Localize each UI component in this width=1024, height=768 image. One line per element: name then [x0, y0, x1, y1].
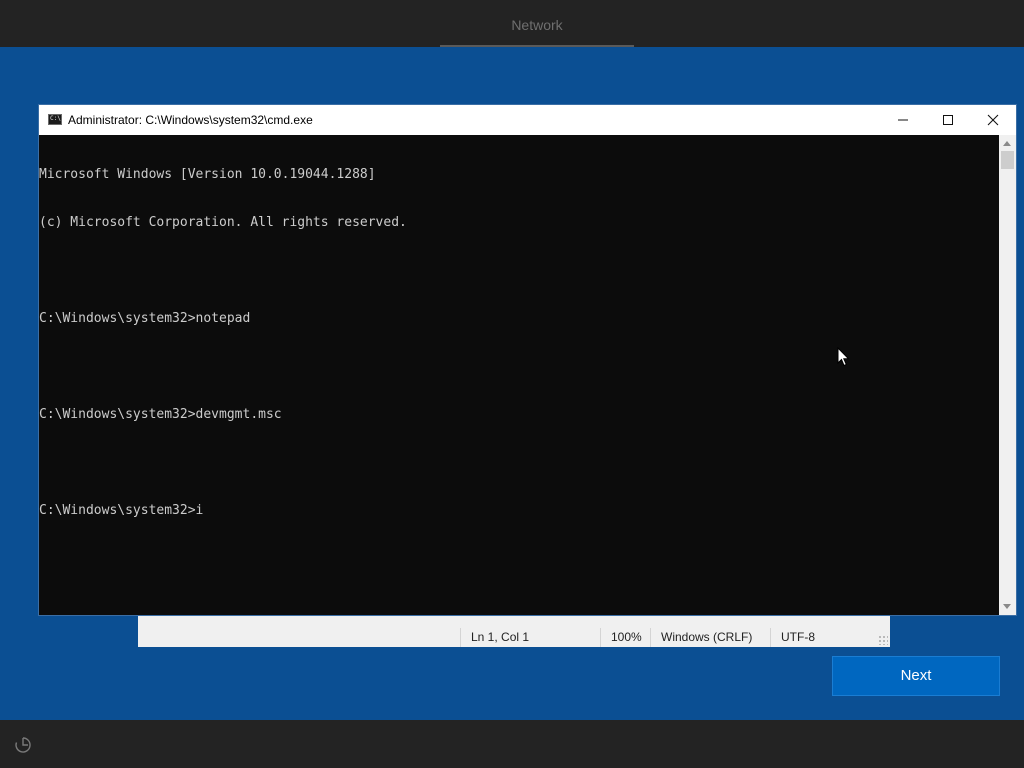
minimize-button[interactable]	[880, 105, 926, 135]
notepad-horizontal-scrollbar[interactable]	[138, 615, 890, 626]
window-title: Administrator: C:\Windows\system32\cmd.e…	[68, 113, 313, 127]
status-position: Ln 1, Col 1	[460, 628, 600, 647]
console-line: C:\Windows\system32>devmgmt.msc	[39, 407, 282, 422]
console-icon-text: C:\	[50, 115, 61, 122]
bottom-bar	[0, 720, 1024, 768]
maximize-button[interactable]	[925, 105, 971, 135]
scroll-thumb[interactable]	[1001, 151, 1014, 169]
scroll-down-icon[interactable]	[1003, 604, 1011, 609]
tab-network: Network	[511, 17, 563, 33]
oobe-screen: Network Ln 1, Col 1 100% Windows (CRLF) …	[0, 0, 1024, 768]
ease-of-access-icon[interactable]	[14, 736, 32, 754]
status-encoding: UTF-8	[770, 628, 878, 647]
close-icon	[987, 114, 999, 126]
scroll-up-icon[interactable]	[1003, 141, 1011, 146]
mouse-pointer-icon	[837, 347, 850, 367]
status-zoom: 100%	[600, 628, 650, 647]
minimize-icon	[898, 119, 908, 121]
console-output[interactable]: Microsoft Windows [Version 10.0.19044.12…	[39, 135, 999, 615]
close-button[interactable]	[970, 105, 1016, 135]
next-button[interactable]: Next	[832, 656, 1000, 696]
console-line: C:\Windows\system32>notepad	[39, 311, 251, 326]
top-bar: Network	[0, 0, 1024, 47]
tab-underline	[440, 45, 634, 47]
cmd-window[interactable]: C:\ Administrator: C:\Windows\system32\c…	[39, 105, 1016, 615]
console-input-line[interactable]: C:\Windows\system32>i	[39, 503, 999, 519]
maximize-icon	[943, 115, 953, 125]
cmd-title-bar[interactable]: C:\ Administrator: C:\Windows\system32\c…	[39, 105, 1016, 135]
notepad-status-bar: Ln 1, Col 1 100% Windows (CRLF) UTF-8	[138, 614, 890, 647]
console-vertical-scrollbar[interactable]	[999, 135, 1016, 615]
console-line: Microsoft Windows [Version 10.0.19044.12…	[39, 167, 376, 182]
resize-grip-icon[interactable]	[878, 635, 888, 645]
console-line: (c) Microsoft Corporation. All rights re…	[39, 215, 407, 230]
console-icon[interactable]: C:\	[48, 114, 62, 125]
status-line-endings: Windows (CRLF)	[650, 628, 770, 647]
